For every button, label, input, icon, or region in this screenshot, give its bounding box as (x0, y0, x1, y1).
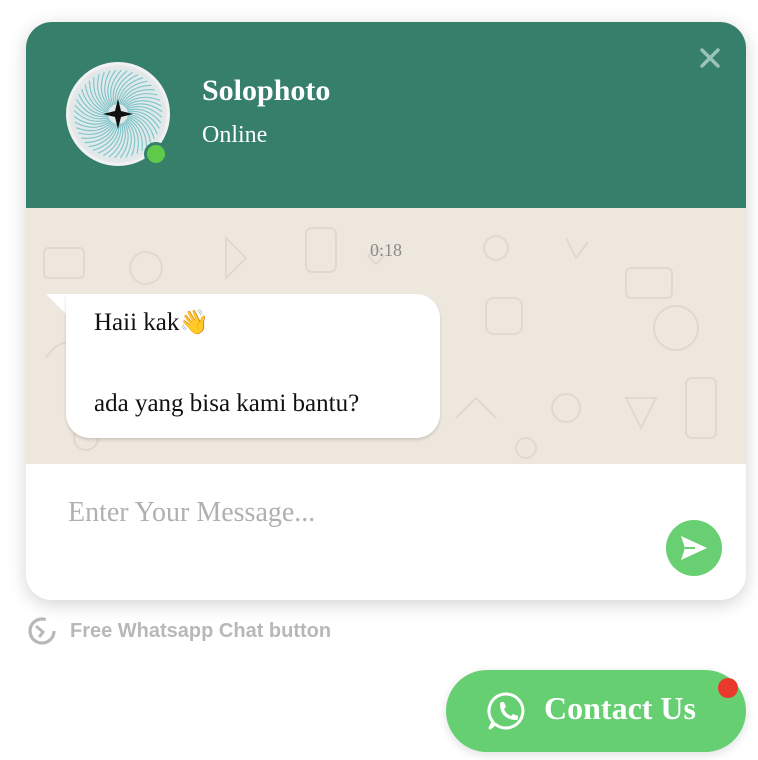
credit-icon (28, 617, 56, 645)
contact-us-label: Contact Us (544, 690, 696, 726)
credit-text: Free Whatsapp Chat button (70, 619, 332, 642)
contact-us-button[interactable]: Contact Us (446, 670, 746, 752)
waving-hand-emoji: 👋 (179, 308, 210, 336)
message-timestamp: 0:18 (369, 240, 402, 260)
message-line-1: Haii kak👋 (94, 308, 209, 337)
send-icon (681, 536, 707, 560)
chat-widget: Solophoto Online 0:18 Haii kak👋 ada yang… (26, 22, 746, 600)
bubble-tail (46, 294, 68, 316)
chat-area: 0:18 Haii kak👋 ada yang bisa kami bantu? (26, 208, 746, 464)
message-bubble: Haii kak👋 ada yang bisa kami bantu? (66, 294, 440, 438)
chat-header: Solophoto Online (26, 22, 746, 208)
notification-badge (718, 678, 738, 698)
message-text: Haii kak (94, 309, 180, 336)
close-icon[interactable] (696, 44, 724, 72)
message-composer (26, 464, 746, 600)
contact-name: Solophoto (202, 74, 331, 107)
online-status-dot (144, 142, 168, 166)
contact-status: Online (202, 122, 268, 148)
message-line-2: ada yang bisa kami bantu? (94, 390, 360, 417)
credit-link[interactable]: Free Whatsapp Chat button (26, 614, 331, 648)
whatsapp-icon (487, 692, 525, 730)
message-input[interactable] (66, 490, 630, 536)
send-button[interactable] (666, 520, 722, 576)
